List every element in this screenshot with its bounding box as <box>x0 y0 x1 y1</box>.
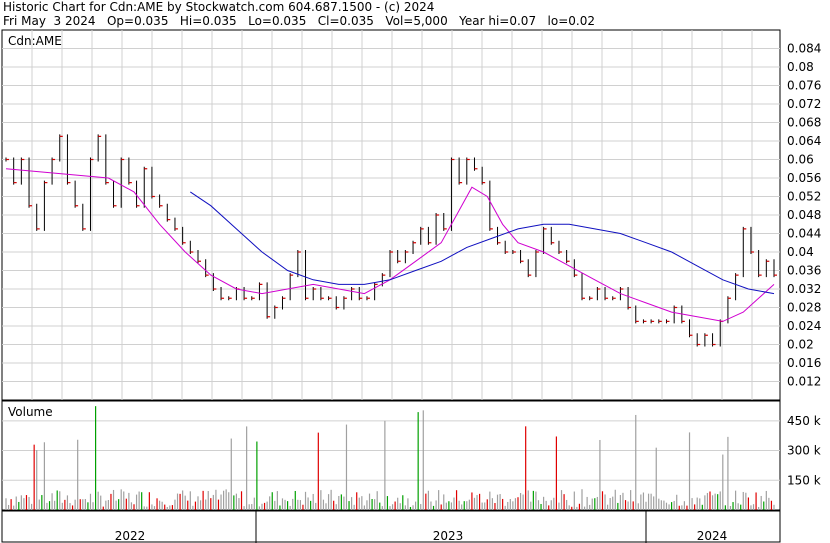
price-volume-chart: 0.012 0.016 0.02 0.024 0.028 0.032 0.036 0.04 0.… <box>1 29 821 543</box>
price-tick-label: 0.068 <box>787 116 821 130</box>
year-label: 2023 <box>433 529 464 543</box>
price-panel-title: Cdn:AME <box>8 34 62 48</box>
price-tick-label: 0.052 <box>787 190 821 204</box>
price-tick-label: 0.016 <box>787 356 821 370</box>
price-tick-label: 0.064 <box>787 134 821 148</box>
price-tick-label: 0.024 <box>787 319 821 333</box>
price-tick-label: 0.072 <box>787 97 821 111</box>
price-tick-label: 0.02 <box>787 338 814 352</box>
chart-root: Historic Chart for Cdn:AME by Stockwatch… <box>0 0 830 543</box>
volume-tick-label: 150 k <box>787 473 821 487</box>
price-tick-label: 0.036 <box>787 264 821 278</box>
volume-panel-title: Volume <box>8 405 53 419</box>
volume-panel <box>1 400 781 511</box>
price-tick-label: 0.048 <box>787 208 821 222</box>
price-tick-label: 0.012 <box>787 375 821 389</box>
price-tick-label: 0.06 <box>787 153 814 167</box>
price-tick-label: 0.044 <box>787 227 821 241</box>
price-tick-label: 0.028 <box>787 301 821 315</box>
price-tick-label: 0.08 <box>787 60 814 74</box>
year-label: 2022 <box>115 529 146 543</box>
volume-tick-label: 300 k <box>787 444 821 458</box>
price-tick-label: 0.04 <box>787 245 814 259</box>
price-tick-label: 0.032 <box>787 282 821 296</box>
price-tick-label: 0.076 <box>787 79 821 93</box>
volume-tick-label: 450 k <box>787 414 821 428</box>
price-tick-label: 0.084 <box>787 42 821 56</box>
year-label: 2024 <box>697 529 728 543</box>
price-tick-label: 0.056 <box>787 171 821 185</box>
